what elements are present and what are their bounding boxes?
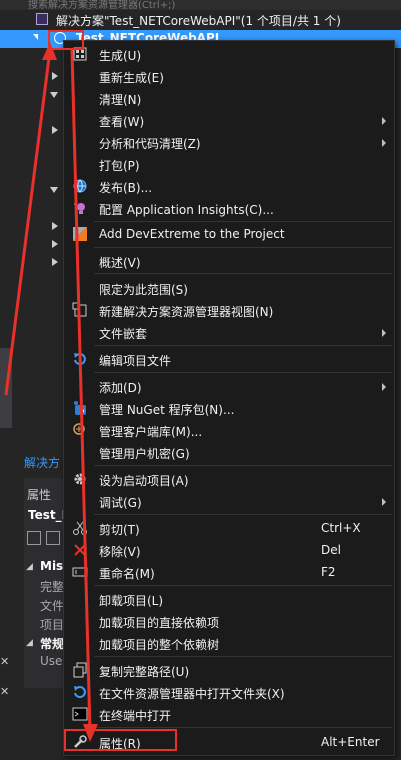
annotation-arrows [4,42,98,742]
